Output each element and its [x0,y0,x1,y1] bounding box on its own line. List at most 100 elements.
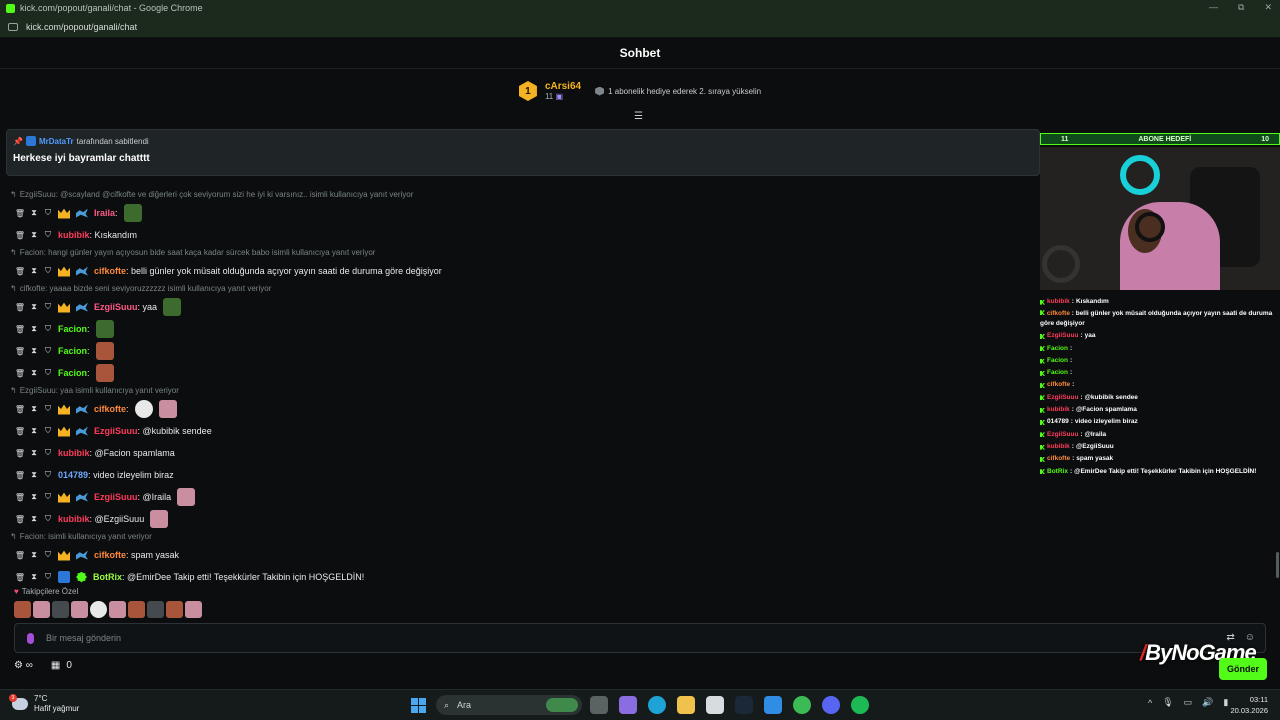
delete-icon[interactable]: 🗑 [15,347,25,356]
timeout-icon[interactable]: ⧗ [30,368,38,378]
file-explorer-icon[interactable] [677,696,695,714]
delete-icon[interactable]: 🗑 [15,449,25,458]
copilot-icon[interactable] [619,696,637,714]
ban-shield-icon[interactable]: ⛉ [44,514,52,524]
ban-shield-icon[interactable]: ⛉ [44,368,52,378]
chat-username[interactable]: Facion [58,324,87,334]
spotify-icon[interactable] [851,696,869,714]
chat-username[interactable]: Facion [58,368,87,378]
timeout-icon[interactable]: ⧗ [30,266,38,276]
timeout-icon[interactable]: ⧗ [30,230,38,240]
message-input[interactable] [46,633,1146,643]
emote-icon[interactable] [14,601,31,618]
ban-shield-icon[interactable]: ⛉ [44,302,52,312]
delete-icon[interactable]: 🗑 [15,325,25,334]
reply-context[interactable]: ↰ EzgiiSuuu: yaa isimli kullanıcıya yanıt… [10,384,1030,398]
microphone-icon[interactable] [27,632,34,644]
ban-shield-icon[interactable]: ⛉ [44,492,52,502]
collapse-chevron-icon[interactable]: ☰ [634,112,643,122]
reply-context[interactable]: ↰ Facion: isimli kullanıcıya yanıt veriyo… [10,530,1030,544]
steam-icon[interactable] [735,696,753,714]
timeout-icon[interactable]: ⧗ [30,404,38,414]
delete-icon[interactable]: 🗑 [15,267,25,276]
emote-icon[interactable] [147,601,164,618]
message-input-box[interactable]: ⇄ ☺ [14,623,1266,653]
minimize-button[interactable]: — [1209,2,1218,13]
weather-widget[interactable]: 3 7°C Hafif yağmur [9,694,79,714]
ban-shield-icon[interactable]: ⛉ [44,230,52,240]
taskbar-search[interactable]: ⌕ Ara [436,695,582,715]
points-counter[interactable]: ▦ 0 [51,660,72,671]
ban-shield-icon[interactable]: ⛉ [44,550,52,560]
delete-icon[interactable]: 🗑 [15,427,25,436]
chat-username[interactable]: EzgiiSuuu [94,492,138,502]
leader-username[interactable]: cArsi64 [545,81,581,92]
delete-icon[interactable]: 🗑 [15,405,25,414]
network-icon[interactable]: ▭ [1184,697,1193,708]
scrollbar[interactable] [1276,552,1279,578]
ban-shield-icon[interactable]: ⛉ [44,470,52,480]
discord-icon[interactable] [822,696,840,714]
chat-username[interactable]: Facion [58,346,87,356]
delete-icon[interactable]: 🗑 [15,493,25,502]
windows-start-icon[interactable] [411,698,426,713]
emote-icon[interactable] [90,601,107,618]
delete-icon[interactable]: 🗑 [15,515,25,524]
ban-shield-icon[interactable]: ⛉ [44,208,52,218]
chat-username[interactable]: cifkofte [94,266,126,276]
emote-icon[interactable] [52,601,69,618]
emote-icon[interactable] [109,601,126,618]
store-icon[interactable] [706,696,724,714]
timeout-icon[interactable]: ⧗ [30,208,38,218]
timeout-icon[interactable]: ⧗ [30,448,38,458]
delete-icon[interactable]: 🗑 [15,209,25,218]
restore-button[interactable]: ⧉ [1238,2,1244,13]
chat-username[interactable]: EzgiiSuuu [94,302,138,312]
timeout-icon[interactable]: ⧗ [30,572,38,582]
delete-icon[interactable]: 🗑 [15,231,25,240]
chat-username[interactable]: Iraila [94,208,115,218]
url-text[interactable]: kick.com/popout/ganali/chat [26,22,137,32]
chat-username[interactable]: kubibik [58,230,90,240]
mail-icon[interactable] [764,696,782,714]
timeout-icon[interactable]: ⧗ [30,324,38,334]
emote-icon[interactable] [185,601,202,618]
timeout-icon[interactable]: ⧗ [30,302,38,312]
ban-shield-icon[interactable]: ⛉ [44,266,52,276]
tray-chevron-icon[interactable]: ^ [1148,698,1152,708]
timeout-icon[interactable]: ⧗ [30,426,38,436]
timeout-icon[interactable]: ⧗ [30,514,38,524]
reply-context[interactable]: ↰ cifkofte: yaaaa bizde seni seviyoruzzzz… [10,282,1030,296]
reply-context[interactable]: ↰ EzgiiSuuu: @scayland @cifkofte ve diğer… [10,188,1030,202]
volume-icon[interactable]: 🔊 [1202,697,1213,708]
chrome-icon[interactable] [793,696,811,714]
emote-icon[interactable] [166,601,183,618]
chat-username[interactable]: cifkofte [94,404,126,414]
ban-shield-icon[interactable]: ⛉ [44,572,52,582]
timeout-icon[interactable]: ⧗ [30,470,38,480]
edge-icon[interactable] [648,696,666,714]
site-info-icon[interactable] [8,22,18,31]
timeout-icon[interactable]: ⧗ [30,346,38,356]
taskbar-clock[interactable]: 03:11 20.03.2026 [1226,694,1268,716]
chat-username[interactable]: cifkofte [94,550,126,560]
ban-shield-icon[interactable]: ⛉ [44,426,52,436]
ban-shield-icon[interactable]: ⛉ [44,404,52,414]
pinned-by-user[interactable]: MrDataTr [39,137,74,146]
send-button[interactable]: Gönder [1219,658,1267,680]
task-view-icon[interactable] [590,696,608,714]
ban-shield-icon[interactable]: ⛉ [44,448,52,458]
delete-icon[interactable]: 🗑 [15,369,25,378]
chat-username[interactable]: BotRix [93,572,122,582]
delete-icon[interactable]: 🗑 [15,303,25,312]
reply-context[interactable]: ↰ Facion: hangi günler yayın açıyosun bid… [10,246,1030,260]
chat-username[interactable]: 014789 [58,470,88,480]
delete-icon[interactable]: 🗑 [15,471,25,480]
delete-icon[interactable]: 🗑 [15,573,25,582]
chat-username[interactable]: kubibik [58,448,90,458]
emote-icon[interactable] [33,601,50,618]
settings-icon[interactable]: ⚙ ∞ [14,660,33,671]
chat-username[interactable]: kubibik [58,514,90,524]
ban-shield-icon[interactable]: ⛉ [44,346,52,356]
timeout-icon[interactable]: ⧗ [30,550,38,560]
